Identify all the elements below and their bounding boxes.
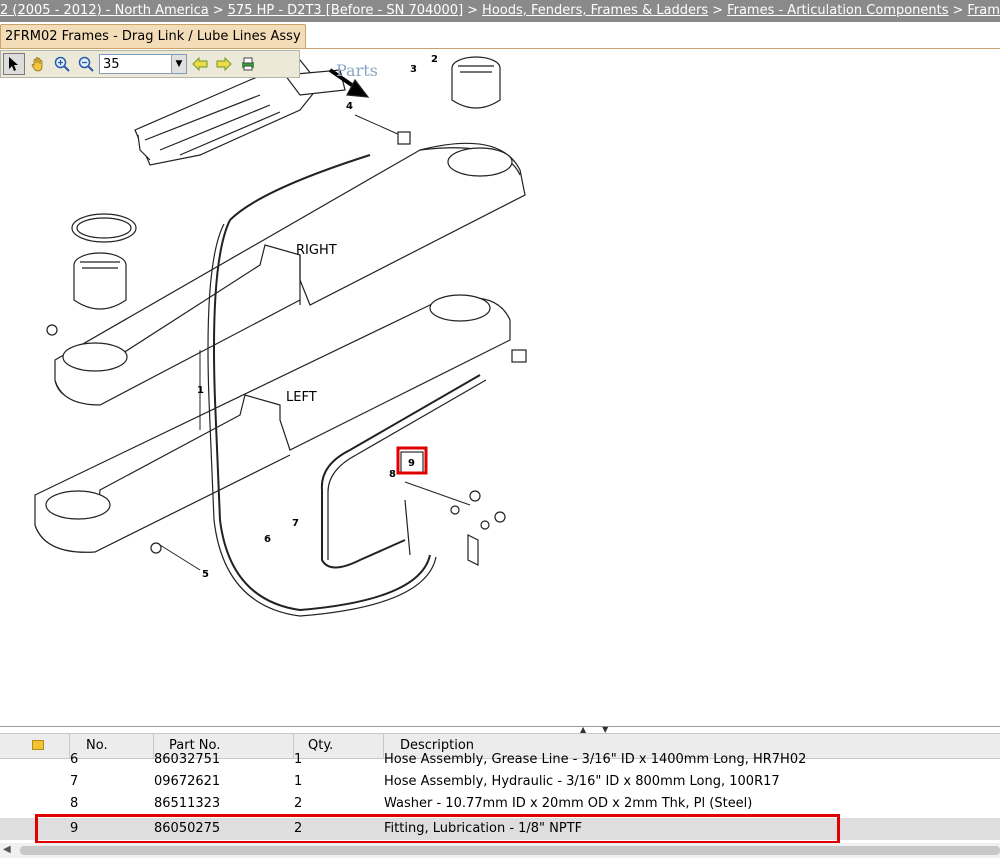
row-no: 6 [70,752,79,767]
callout-2[interactable]: 2 [431,54,438,65]
breadcrumb-separator: > [212,3,224,18]
zoom-value: 35 [103,56,120,72]
left-label: LEFT [286,390,317,405]
right-label: RIGHT [296,243,337,258]
callout-9[interactable]: 9 [408,458,415,469]
callout-3[interactable]: 3 [410,64,417,75]
pointer-icon[interactable] [3,53,25,75]
row-part-no: 09672621 [154,774,221,789]
print-icon[interactable] [237,53,259,75]
pane-splitter[interactable]: ▲▼ [0,725,1000,734]
callout-4[interactable]: 4 [346,101,353,112]
row-qty: 1 [294,774,303,789]
row-description: Hose Assembly, Hydraulic - 3/16" ID x 80… [384,774,780,789]
callout-1[interactable]: 1 [197,385,204,396]
row-no: 7 [70,774,79,789]
row-part-no: 86511323 [154,796,221,811]
parts-diagram[interactable]: RIGHT LEFT Parts 1 2 3 4 5 6 7 8 9 [0,0,1000,726]
row-description: Washer - 10.77mm ID x 20mm OD x 2mm Thk,… [384,796,753,811]
selected-row-highlight [35,814,840,844]
table-row[interactable]: 7 09672621 1 Hose Assembly, Hydraulic - … [0,771,1000,793]
parts-table: No. Part No. Qty. Description 6 86032751… [0,733,1000,845]
breadcrumb: 2 (2005 - 2012) - North America >575 HP -… [0,0,1000,22]
breadcrumb-separator: > [467,3,479,18]
scroll-left-icon[interactable]: ◀ [3,844,11,855]
back-arrow-icon[interactable] [189,53,211,75]
chevron-down-icon[interactable]: ▼ [171,55,186,73]
watermark-text: Parts [336,61,378,80]
table-row[interactable]: 6 86032751 1 Hose Assembly, Grease Line … [0,749,1000,771]
breadcrumb-link-articulation[interactable]: Frames - Articulation Components [727,3,948,18]
callout-6[interactable]: 6 [264,534,271,545]
breadcrumb-separator: > [952,3,964,18]
row-part-no: 86032751 [154,752,221,767]
zoom-in-icon[interactable] [51,53,73,75]
zoom-out-icon[interactable] [75,53,97,75]
viewer-toolbar: 35 ▼ [0,50,300,78]
callout-5[interactable]: 5 [202,569,209,580]
title-divider [0,48,1000,49]
row-qty: 2 [294,796,303,811]
hand-icon[interactable] [27,53,49,75]
row-no: 8 [70,796,79,811]
scrollbar-thumb[interactable] [20,846,1000,855]
breadcrumb-link-engine[interactable]: 575 HP - D2T3 [Before - SN 704000] [228,3,463,18]
callout-7[interactable]: 7 [292,518,299,529]
page-title-tab[interactable]: 2FRM02 Frames - Drag Link / Lube Lines A… [0,24,306,49]
breadcrumb-separator: > [712,3,724,18]
callout-8[interactable]: 8 [389,469,396,480]
breadcrumb-link-hoods[interactable]: Hoods, Fenders, Frames & Ladders [482,3,708,18]
breadcrumb-link-model[interactable]: 2 (2005 - 2012) - North America [0,3,209,18]
bushing-top [451,56,501,109]
breadcrumb-link-frames[interactable]: Frames - [967,3,1000,18]
row-qty: 1 [294,752,303,767]
bushing-left [73,252,127,310]
table-row[interactable]: 8 86511323 2 Washer - 10.77mm ID x 20mm … [0,793,1000,815]
row-description: Hose Assembly, Grease Line - 3/16" ID x … [384,752,807,767]
zoom-select[interactable]: 35 ▼ [99,54,187,74]
forward-arrow-icon[interactable] [213,53,235,75]
horizontal-scrollbar[interactable]: ◀ [0,843,1000,858]
